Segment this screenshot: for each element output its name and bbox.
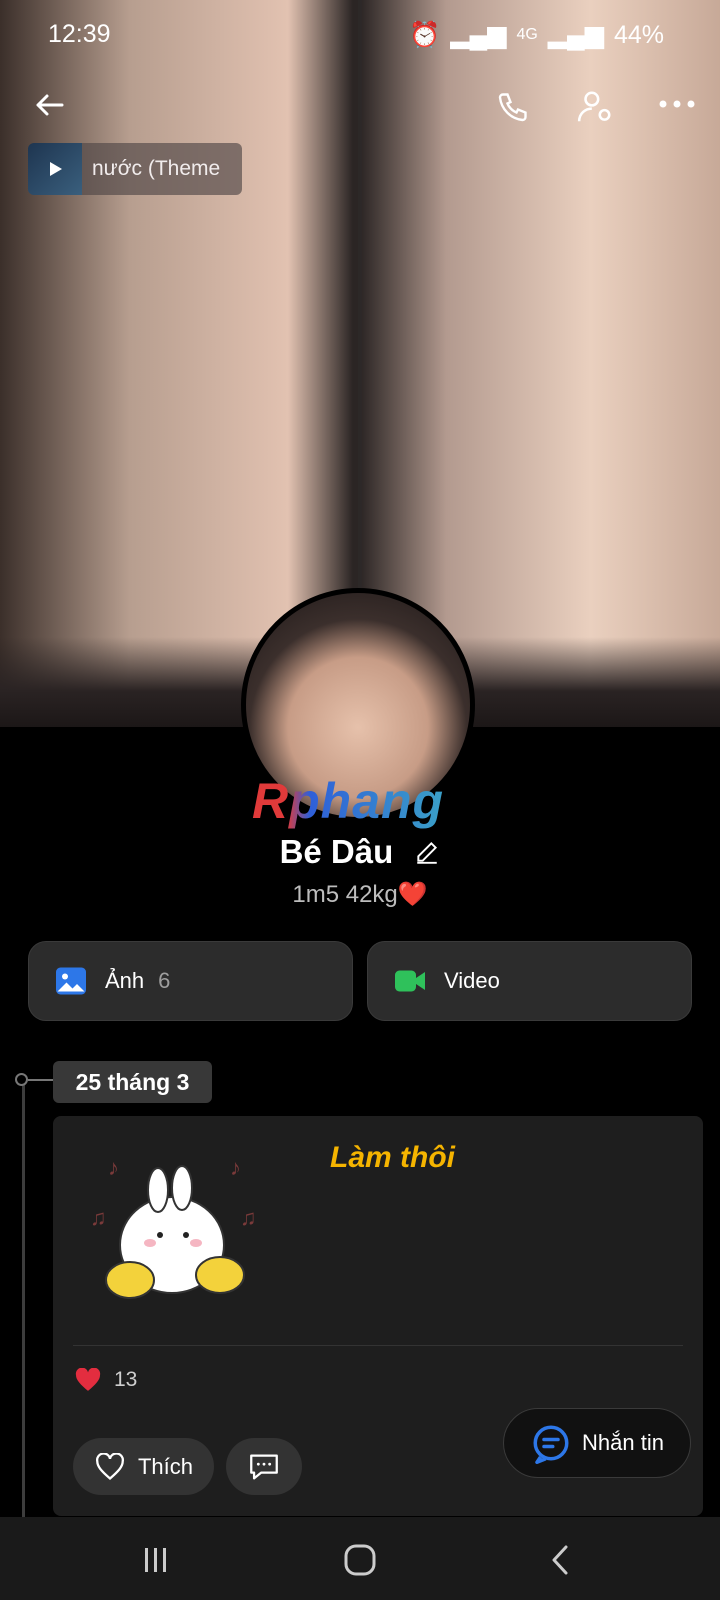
comment-button[interactable] [226, 1438, 302, 1495]
more-icon [659, 100, 695, 108]
battery-text: 44% [613, 20, 664, 49]
signal-icon-2: ▂▄▆ [547, 21, 604, 49]
like-button[interactable]: Thích [73, 1438, 214, 1495]
timeline-date: 25 tháng 3 [53, 1061, 212, 1103]
heart-icon [75, 1368, 101, 1391]
alarm-icon: ⏰ [409, 20, 441, 49]
photos-label: Ảnh [105, 968, 145, 993]
phone-icon [498, 93, 527, 122]
network-type: 4G [516, 26, 538, 43]
home-icon [344, 1544, 376, 1576]
recents-button[interactable] [126, 1540, 186, 1580]
edit-icon [417, 842, 438, 865]
back-button[interactable] [28, 84, 70, 126]
status-time: 12:39 [48, 20, 111, 48]
video-icon [395, 970, 425, 992]
back-icon [36, 94, 64, 116]
reaction-count: 13 [114, 1368, 138, 1391]
post-separator [73, 1345, 683, 1346]
timeline-dot [15, 1073, 28, 1086]
comment-icon [250, 1454, 278, 1479]
svg-text:♫: ♫ [90, 1205, 107, 1230]
watermark-logo: Rphang [252, 773, 445, 829]
message-label: Nhắn tin [582, 1430, 664, 1455]
svg-text:♪: ♪ [108, 1155, 119, 1180]
video-tile[interactable]: Video [367, 941, 692, 1021]
profile-name: Bé Dâu [279, 833, 394, 870]
edit-name-button[interactable] [414, 835, 440, 873]
nav-back-icon [552, 1545, 568, 1575]
play-icon [50, 162, 62, 176]
like-label: Thích [137, 1453, 194, 1479]
svg-text:♫: ♫ [240, 1205, 257, 1230]
heart-outline-icon [96, 1452, 124, 1480]
nav-back-button[interactable] [530, 1540, 590, 1580]
home-button[interactable] [330, 1540, 390, 1580]
timeline-line [22, 1080, 25, 1520]
post-title: Làm thôi [330, 1141, 455, 1174]
bunny-sticker: ♪ ♪ ♫ ♫ [90, 1155, 257, 1299]
music-title: nước (Theme [92, 157, 221, 180]
svg-text:♪: ♪ [230, 1155, 241, 1180]
status-bar: 12:39 ⏰ ▂▄▆ 4G ▂▄▆ 44% [0, 0, 720, 70]
photo-icon [56, 967, 86, 995]
status-right: ⏰ ▂▄▆ 4G ▂▄▆ 44% [409, 20, 664, 50]
message-icon [533, 1425, 569, 1464]
call-button[interactable] [488, 84, 536, 132]
video-label: Video [444, 968, 500, 993]
profile-settings-button[interactable] [570, 82, 620, 132]
more-button[interactable] [652, 84, 702, 124]
signal-icon: ▂▄▆ [450, 21, 507, 49]
profile-settings-icon [577, 91, 611, 122]
photos-tile[interactable]: Ảnh 6 [28, 941, 353, 1021]
message-button[interactable]: Nhắn tin [503, 1408, 691, 1478]
profile-bio: 1m5 42kg❤️ [292, 881, 428, 908]
recents-icon [145, 1548, 166, 1572]
music-thumbnail [28, 143, 82, 195]
reaction-row[interactable]: 13 [74, 1368, 137, 1392]
photos-count: 6 [158, 968, 171, 993]
profile-name-row: Bé Dâu [0, 833, 720, 873]
timeline-connector [28, 1079, 54, 1081]
music-pill[interactable]: nước (Theme [28, 143, 242, 195]
